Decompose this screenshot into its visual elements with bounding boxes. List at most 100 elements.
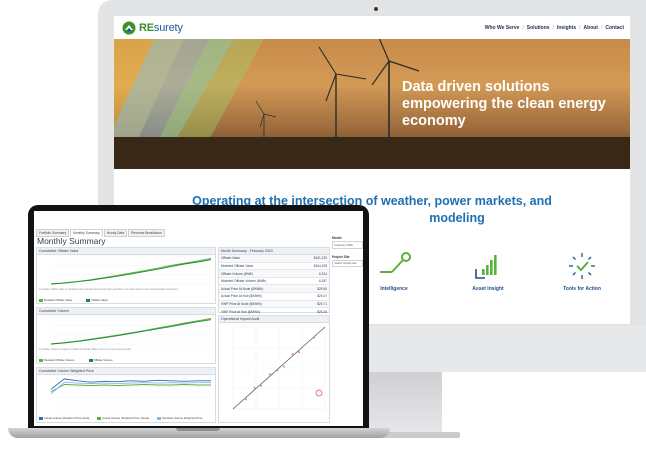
network-icon bbox=[359, 248, 429, 284]
scatter-point[interactable] bbox=[276, 369, 279, 372]
summary-row: Offtake Value $161,229 bbox=[219, 255, 329, 263]
month-filter-label: Month bbox=[332, 236, 342, 240]
panel-note: Cumulative Volume compares modeled and a… bbox=[39, 349, 132, 351]
month-summary-panel: Month Summary - February 2020 Offtake Va… bbox=[218, 247, 330, 316]
series-line bbox=[50, 259, 212, 285]
chart-legend: Modeled Offtake Volume Offtake Volume bbox=[39, 358, 113, 362]
summary-label: Modeled Offtake Value bbox=[221, 263, 254, 268]
checkmark-burst-icon bbox=[547, 248, 617, 284]
tab-revenue-breakdown[interactable]: Revenue Breakdown bbox=[128, 229, 165, 237]
legend-item[interactable]: Modeled Offtake Volume bbox=[39, 358, 75, 362]
laptop-base-notch bbox=[176, 428, 220, 431]
month-filter-select[interactable]: February 2020 bbox=[332, 241, 363, 249]
summary-label: VWP Price At Node ($/MWh) bbox=[221, 301, 262, 306]
summary-row: Actual Price At Hub ($/MWh) $24.07 bbox=[219, 293, 329, 301]
camera-notch bbox=[183, 205, 215, 211]
nav-who-we-serve[interactable]: Who We Serve bbox=[485, 25, 520, 31]
feature-intelligence[interactable]: Intelligence bbox=[359, 248, 429, 292]
scatter-point[interactable] bbox=[313, 336, 316, 339]
legend-item[interactable]: Modeled Offtake Value bbox=[39, 298, 72, 302]
bar-chart-icon bbox=[453, 248, 523, 284]
summary-value: $161,229 bbox=[313, 256, 327, 261]
logo-icon[interactable] bbox=[122, 21, 136, 35]
legend-item[interactable]: Actual Volume Weighted Price (Hub) bbox=[39, 416, 89, 420]
dashboard-title: Monthly Summary bbox=[37, 236, 106, 246]
chart-legend: Modeled Offtake Value Offtake Value bbox=[39, 298, 108, 302]
summary-row: Offtake Volume (MWh) 6,324 bbox=[219, 270, 329, 278]
device-mockup: REsurety Who We Serve / Solutions / Insi… bbox=[0, 0, 646, 456]
laptop-lid: Portfolio Summary Monthly Summary Hourly… bbox=[28, 205, 369, 429]
series-line bbox=[50, 381, 211, 395]
series-line bbox=[50, 319, 212, 345]
hero-title: Data driven solutions empowering the cle… bbox=[402, 79, 606, 129]
tab-hourly-data[interactable]: Hourly Data bbox=[103, 229, 128, 237]
month-summary-table: Offtake Value $161,229 Modeled Offtake Val… bbox=[219, 255, 329, 316]
panel-title: Month Summary - February 2020 bbox=[219, 248, 329, 255]
main-nav: Who We Serve / Solutions / Insights / Ab… bbox=[485, 25, 624, 31]
feature-asset-insight[interactable]: Asset Insight bbox=[453, 248, 523, 292]
cumulative-value-chart bbox=[50, 255, 212, 285]
summary-label: VWP Price At Hub ($/MWh) bbox=[221, 309, 260, 314]
legend-item[interactable]: Modeled Volume Weighted Price bbox=[157, 416, 203, 420]
chart-legend: Actual Volume Weighted Price (Hub) Actua… bbox=[39, 416, 203, 420]
scatter-point[interactable] bbox=[260, 384, 263, 387]
project-filter-label: Project Site bbox=[332, 254, 350, 259]
summary-label: Actual Price At Hub ($/MWh) bbox=[221, 294, 262, 299]
site-header: REsurety Who We Serve / Solutions / Insi… bbox=[114, 16, 630, 39]
cumulative-value-panel: Cumulative Offtake Value Cumulative Offt… bbox=[36, 247, 216, 304]
summary-value: $25.50 bbox=[317, 286, 327, 291]
audit-scatter-chart bbox=[232, 326, 326, 410]
legend-item[interactable]: Actual Volume Weighted Price (Node) bbox=[97, 416, 149, 420]
nav-divider: / bbox=[579, 24, 581, 31]
feature-label: Intelligence bbox=[380, 286, 408, 292]
project-filter-select[interactable]: Select project site bbox=[332, 259, 363, 268]
series-line bbox=[50, 378, 211, 390]
summary-label: Modeled Offtake Volume (MWh) bbox=[221, 279, 267, 284]
summary-label: Offtake Volume (MWh) bbox=[221, 271, 254, 276]
series-line bbox=[50, 384, 211, 392]
nav-insights[interactable]: Insights bbox=[557, 25, 576, 31]
legend-item[interactable]: Offtake Volume bbox=[88, 358, 113, 362]
scatter-point[interactable] bbox=[298, 351, 301, 354]
summary-value: $24.07 bbox=[317, 294, 327, 299]
summary-label: Actual Price At Node ($/MWh) bbox=[221, 286, 264, 291]
summary-label: Offtake Value bbox=[221, 256, 241, 261]
camera-dot bbox=[374, 7, 378, 11]
series-line bbox=[50, 258, 212, 285]
feature-label: Asset Insight bbox=[472, 286, 504, 292]
scatter-point[interactable] bbox=[291, 353, 294, 356]
panel-note: Cumulative Offtake Value is calculated u… bbox=[39, 289, 179, 291]
summary-value: $25.71 bbox=[317, 301, 327, 306]
cumulative-volume-chart bbox=[50, 315, 212, 345]
weighted-price-chart bbox=[50, 375, 211, 409]
nav-divider: / bbox=[600, 24, 603, 31]
summary-row: Actual Price At Node ($/MWh) $25.50 bbox=[219, 285, 329, 293]
scatter-point[interactable] bbox=[282, 365, 285, 368]
nav-contact[interactable]: Contact bbox=[605, 25, 624, 31]
dashboard-screen: Portfolio Summary Monthly Summary Hourly… bbox=[34, 211, 363, 426]
nav-about[interactable]: About bbox=[584, 25, 598, 31]
summary-value: $26.26 bbox=[317, 309, 327, 314]
weighted-price-panel: Cumulative Volume Weighted Price Actual … bbox=[36, 367, 216, 423]
scatter-point[interactable] bbox=[253, 386, 256, 389]
logo-wordmark[interactable]: REsurety bbox=[139, 22, 183, 34]
legend-item[interactable]: Offtake Value bbox=[86, 298, 108, 302]
summary-value: $164,155 bbox=[313, 263, 327, 268]
summary-row: VWP Price At Node ($/MWh) $25.71 bbox=[219, 300, 329, 309]
summary-value: 6,387 bbox=[319, 279, 327, 284]
panel-title: Operational Impact Audit bbox=[219, 316, 329, 323]
audit-panel: Operational Impact Audit bbox=[218, 315, 330, 423]
nav-solutions[interactable]: Solutions bbox=[527, 25, 550, 31]
series-line bbox=[50, 318, 212, 345]
feature-label: Tools for Action bbox=[563, 286, 601, 292]
hero-banner: Data driven solutions empowering the cle… bbox=[114, 39, 630, 169]
summary-row: Modeled Offtake Volume (MWh) 6,387 bbox=[219, 278, 329, 286]
scatter-point[interactable] bbox=[244, 398, 247, 401]
summary-row: Modeled Offtake Value $164,155 bbox=[219, 263, 329, 271]
nav-divider: / bbox=[522, 24, 524, 31]
highlight-ring bbox=[315, 389, 323, 397]
summary-value: 6,324 bbox=[319, 271, 327, 276]
feature-tools-for-action[interactable]: Tools for Action bbox=[547, 248, 617, 292]
cumulative-volume-panel: Cumulative Volume Cumulative Volume comp… bbox=[36, 307, 216, 364]
scatter-point[interactable] bbox=[268, 373, 271, 376]
